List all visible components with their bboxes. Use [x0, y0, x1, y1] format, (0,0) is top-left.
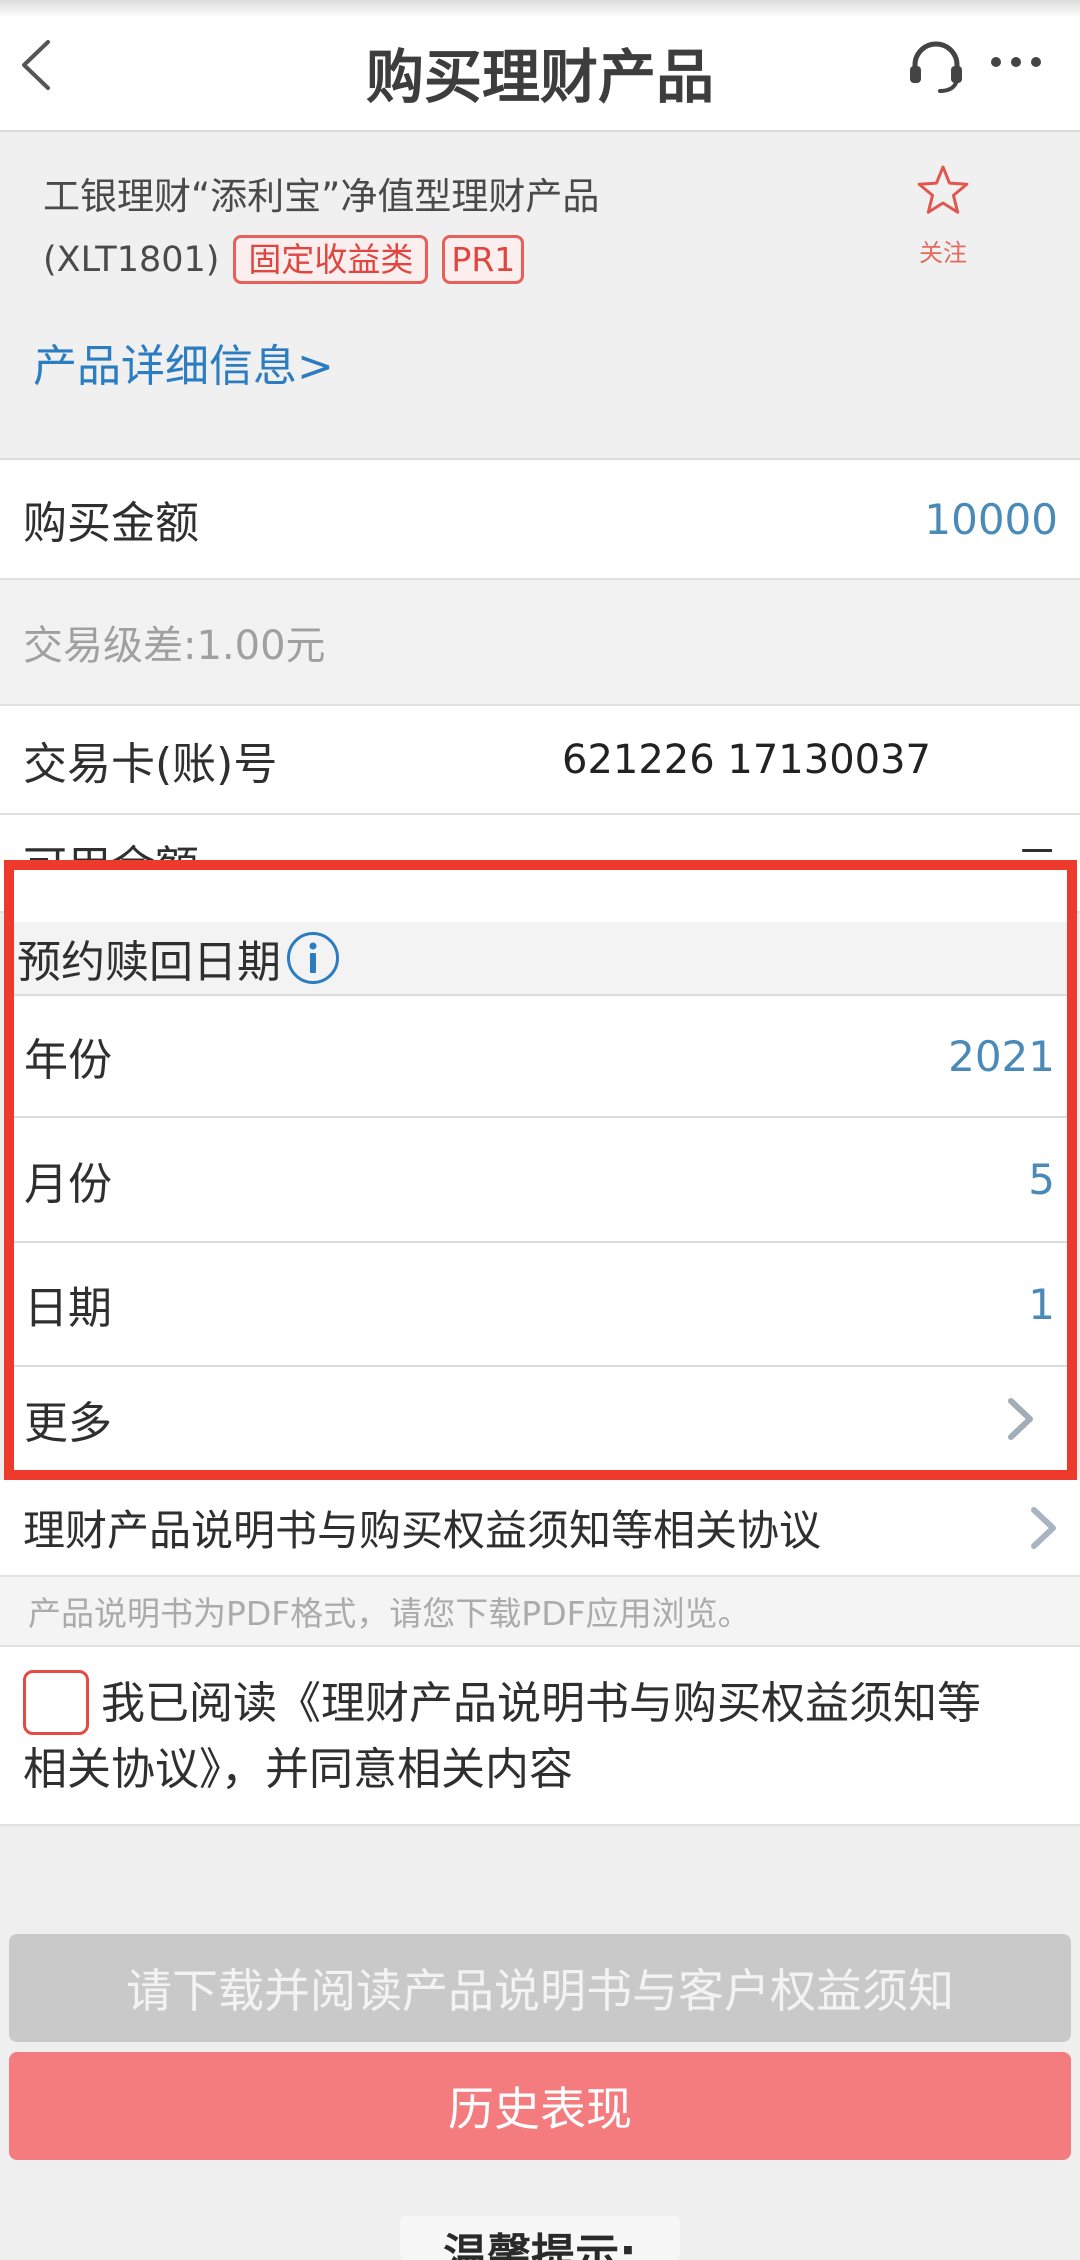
card-label: 交易卡(账)号: [23, 738, 278, 790]
agreement-checkbox[interactable]: [23, 1670, 89, 1735]
agreement-link-row[interactable]: 理财产品说明书与购买权益须知等相关协议: [0, 1480, 1080, 1577]
day-label: 日期: [24, 1283, 112, 1334]
more-dots-icon: [991, 57, 1041, 67]
redemption-header: 预约赎回日期: [14, 922, 1067, 994]
month-value[interactable]: 5: [1028, 1155, 1067, 1204]
amount-row[interactable]: 购买金额 10000: [0, 458, 1080, 580]
download-read-button[interactable]: 请下载并阅读产品说明书与客户权益须知: [9, 1934, 1071, 2042]
product-detail-link[interactable]: 产品详细信息>: [33, 341, 334, 393]
card-number: 621226 17130037: [562, 736, 932, 783]
year-row[interactable]: 年份 2021: [14, 994, 1067, 1116]
star-icon: [917, 165, 969, 214]
spread-text: 交易级差:1.00元: [23, 623, 326, 669]
chevron-right-icon: [1008, 1397, 1033, 1440]
info-icon[interactable]: [285, 930, 341, 986]
month-row[interactable]: 月份 5: [14, 1116, 1067, 1241]
redemption-date-highlight: 预约赎回日期 年份 2021 月份 5 日期 1 更多: [4, 860, 1077, 1480]
agreement-link-label: 理财产品说明书与购买权益须知等相关协议: [23, 1506, 822, 1555]
consent-text-line2[interactable]: 相关协议》，并同意相关内容: [23, 1740, 573, 1800]
chevron-right-icon: [1031, 1506, 1056, 1549]
redemption-title: 预约赎回日期: [17, 937, 281, 988]
risk-level-badge: PR1: [442, 235, 525, 284]
product-meta: (XLT1801) 固定收益类 PR1: [43, 235, 525, 284]
history-performance-button[interactable]: 历史表现: [9, 2052, 1071, 2160]
more-row[interactable]: 更多: [14, 1365, 1067, 1470]
consent-text-line1[interactable]: 我已阅读《理财产品说明书与购买权益须知等: [101, 1674, 981, 1734]
spread-row: 交易级差:1.00元: [0, 580, 1080, 706]
month-label: 月份: [24, 1158, 112, 1210]
agreement-consent: 我已阅读《理财产品说明书与购买权益须知等 相关协议》，并同意相关内容: [0, 1645, 1080, 1826]
more-button[interactable]: [984, 44, 1048, 80]
card-row[interactable]: 交易卡(账)号 621226 17130037: [0, 706, 1080, 815]
customer-service-button[interactable]: [904, 36, 968, 96]
risk-type-badge: 固定收益类: [233, 235, 429, 284]
day-row[interactable]: 日期 1: [14, 1241, 1067, 1365]
follow-label[interactable]: 关注: [903, 240, 983, 266]
year-value[interactable]: 2021: [948, 1032, 1067, 1081]
year-label: 年份: [24, 1035, 112, 1086]
more-label: 更多: [24, 1397, 112, 1449]
pdf-note: 产品说明书为PDF格式，请您下载PDF应用浏览。: [0, 1577, 1080, 1645]
amount-label: 购买金额: [23, 498, 199, 549]
tip-title: 温馨提示:: [443, 2230, 637, 2260]
header-bar: 购买理财产品: [0, 0, 1080, 132]
amount-input[interactable]: 10000: [924, 495, 1080, 544]
pdf-note-text: 产品说明书为PDF格式，请您下载PDF应用浏览。: [28, 1594, 751, 1633]
day-value[interactable]: 1: [1028, 1280, 1067, 1329]
tip-section: 温馨提示:: [400, 2216, 680, 2260]
product-code: (XLT1801): [43, 239, 220, 280]
product-info: 工银理财“添利宝”净值型理财产品 (XLT1801) 固定收益类 PR1 关注 …: [0, 132, 1080, 458]
purchase-page: 购买理财产品 工银理财“添利宝”净值型理财产品 (XLT1801) 固定收益类 …: [0, 0, 1080, 2260]
product-name: 工银理财“添利宝”净值型理财产品: [43, 175, 600, 218]
headset-icon: [910, 41, 962, 93]
